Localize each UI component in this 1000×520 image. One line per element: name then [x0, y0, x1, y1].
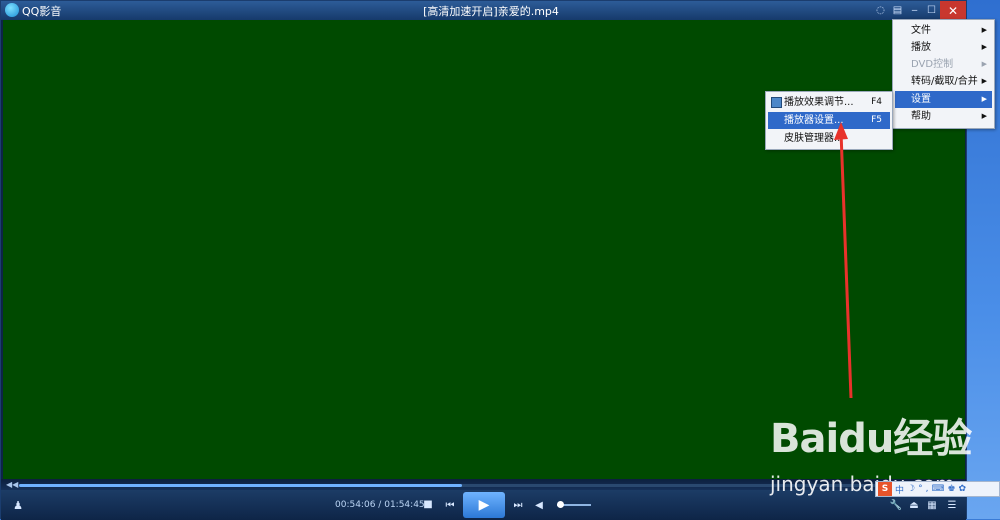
- keyboard-icon[interactable]: ⌨: [931, 484, 944, 494]
- comma-icon[interactable]: ,: [926, 484, 929, 494]
- sogou-logo-icon[interactable]: S: [878, 482, 892, 496]
- flower-icon[interactable]: ✿: [959, 484, 967, 494]
- shirt-icon[interactable]: ♚: [947, 484, 955, 494]
- moon-icon[interactable]: ☽: [907, 484, 915, 494]
- chinese-mode-icon[interactable]: 中: [895, 483, 904, 496]
- ime-toolbar[interactable]: S 中 ☽ ° , ⌨ ♚ ✿: [875, 481, 1000, 497]
- baidu-watermark: Baidu经验: [770, 416, 972, 462]
- degree-icon[interactable]: °: [918, 484, 923, 494]
